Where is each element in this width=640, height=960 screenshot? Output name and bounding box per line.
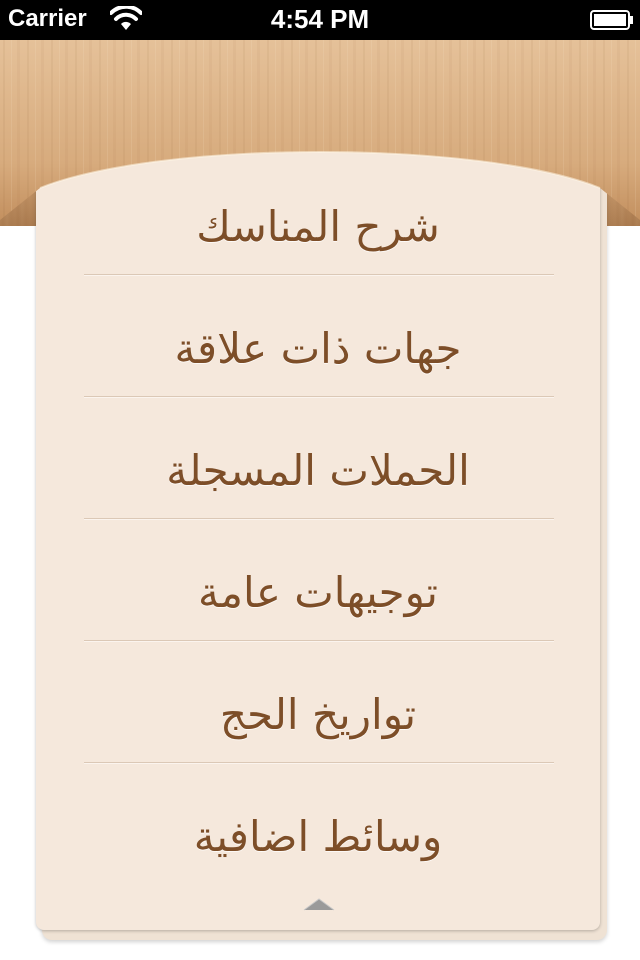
menu-item-label: توجيهات عامة — [198, 567, 438, 617]
menu-item-label: شرح المناسك — [196, 201, 440, 251]
arrow-up-icon[interactable] — [302, 897, 336, 911]
menu-item-label: جهات ذات علاقة — [174, 323, 462, 373]
menu-item-hajj-dates[interactable]: تواريخ الحج — [36, 654, 600, 774]
menu-item-label: تواريخ الحج — [219, 689, 417, 739]
menu-divider — [84, 274, 554, 276]
menu-item-general-guidance[interactable]: توجيهات عامة — [36, 532, 600, 652]
menu-divider — [84, 396, 554, 398]
status-time: 4:54 PM — [270, 4, 370, 34]
menu-item-label: الحملات المسجلة — [166, 445, 470, 495]
battery-icon — [590, 10, 633, 30]
menu-divider — [84, 762, 554, 764]
menu-divider — [84, 518, 554, 520]
status-bar: Carrier 4:54 PM — [0, 0, 640, 40]
menu-item-label: وسائط اضافية — [193, 811, 443, 861]
menu-item-additional-media[interactable]: وسائط اضافية — [36, 776, 600, 896]
menu-item-related-parties[interactable]: جهات ذات علاقة — [36, 288, 600, 408]
menu-item-rituals[interactable]: شرح المناسك — [36, 166, 600, 286]
menu-item-registered-campaigns[interactable]: الحملات المسجلة — [36, 410, 600, 530]
menu-divider — [84, 640, 554, 642]
